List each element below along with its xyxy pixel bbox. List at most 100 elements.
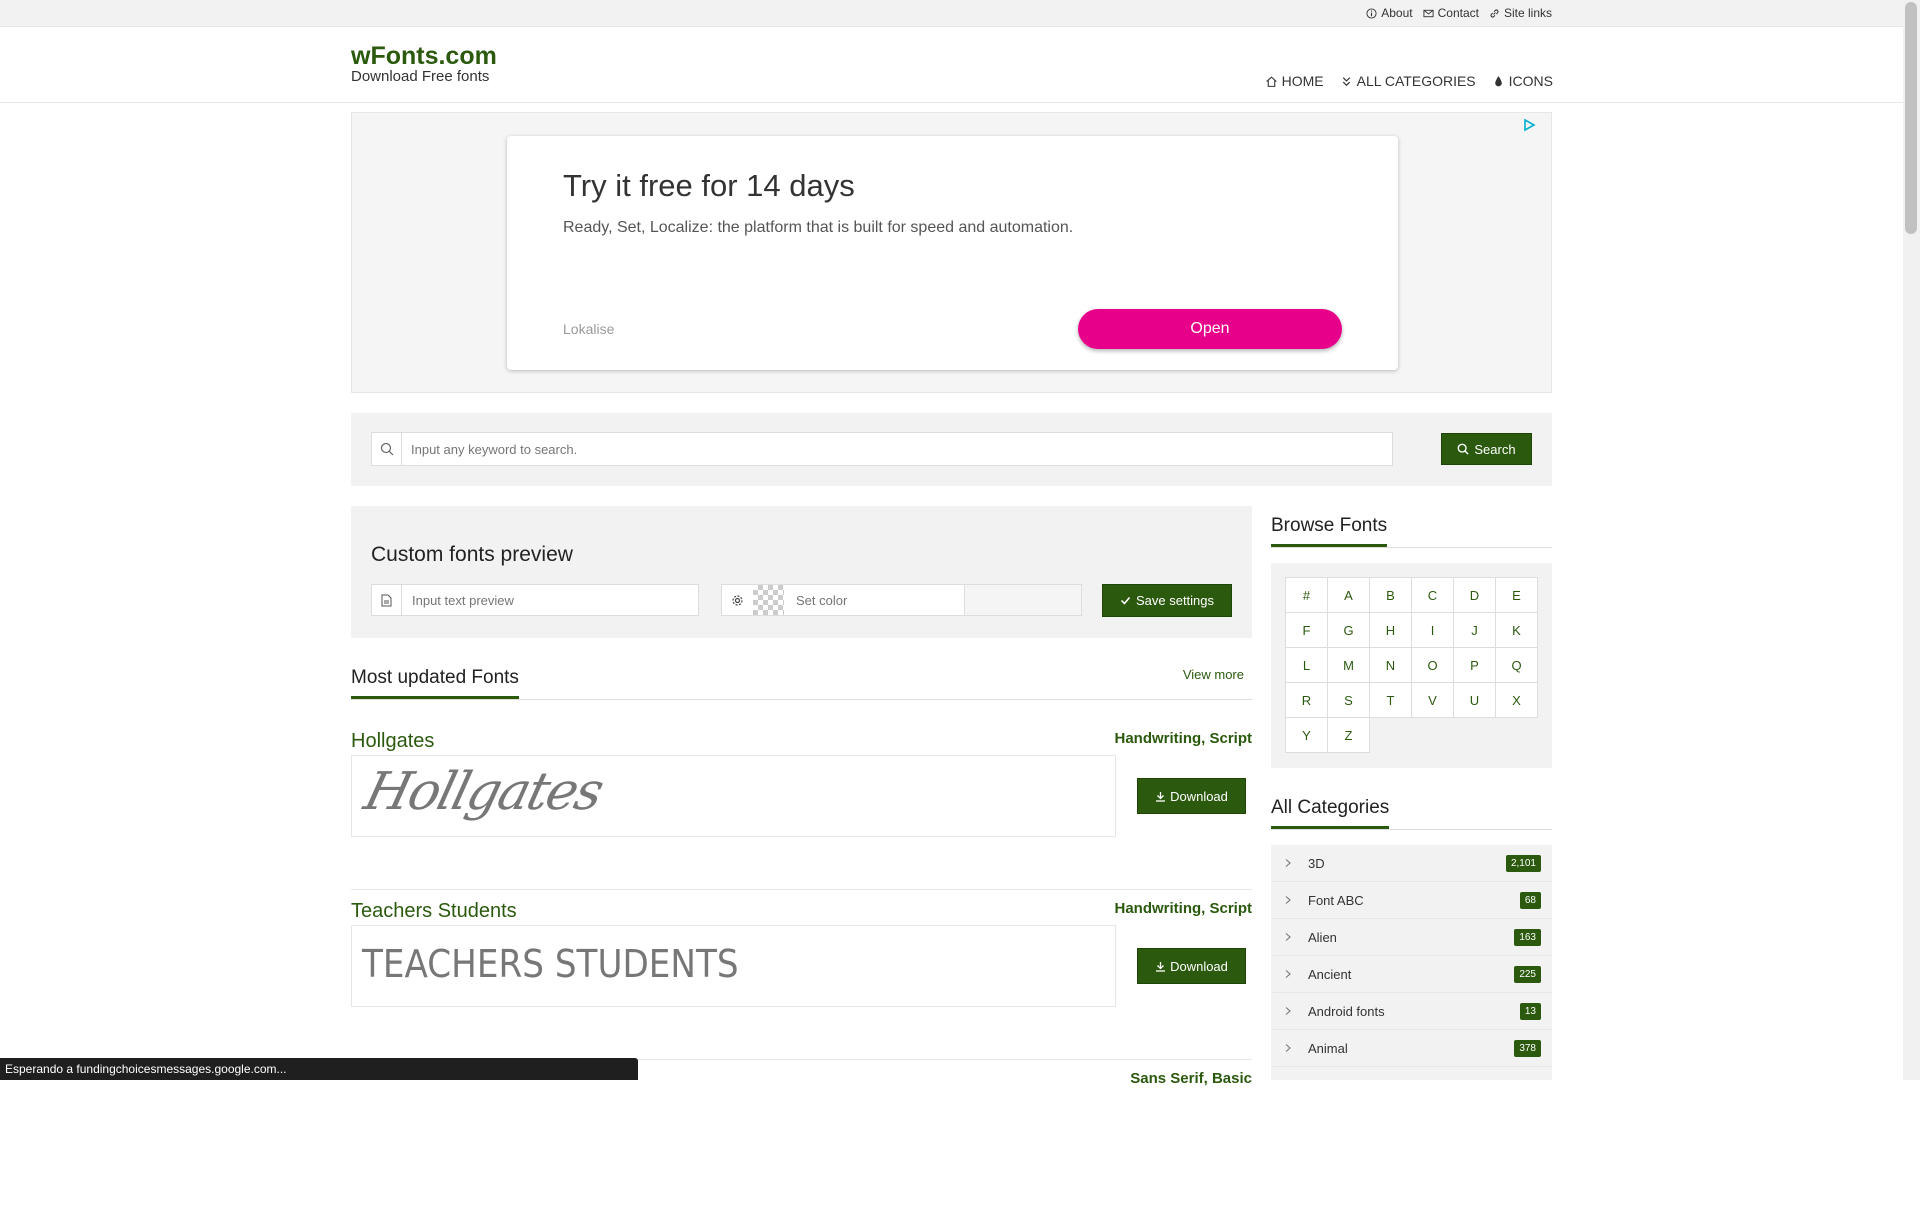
about-link[interactable]: About	[1366, 6, 1413, 20]
alphabet-letter[interactable]: U	[1453, 682, 1496, 718]
contact-link[interactable]: Contact	[1423, 6, 1479, 20]
alphabet-letter[interactable]: N	[1369, 647, 1412, 683]
advertisement: Try it free for 14 days Ready, Set, Loca…	[351, 112, 1552, 393]
page-scrollbar[interactable]	[1903, 0, 1920, 1080]
ad-title: Try it free for 14 days	[563, 168, 855, 203]
alphabet-letter[interactable]: H	[1369, 612, 1412, 648]
font-preview-image[interactable]: TEACHERS STUDENTS	[351, 925, 1116, 1007]
document-icon	[372, 585, 402, 615]
most-updated-title: Most updated Fonts	[351, 667, 519, 699]
download-button[interactable]: Download	[1137, 778, 1246, 814]
search-button[interactable]: Search	[1441, 433, 1532, 465]
nav-home-label: HOME	[1281, 73, 1324, 89]
ad-open-button[interactable]: Open	[1078, 309, 1342, 349]
site-links-link[interactable]: Site links	[1489, 6, 1552, 20]
download-label: Download	[1170, 788, 1228, 804]
logo-title[interactable]: wFonts.com	[351, 42, 497, 71]
preview-text-input[interactable]	[403, 585, 693, 615]
gear-icon	[722, 585, 752, 615]
category-count-badge: 163	[1514, 929, 1541, 946]
search-field	[371, 432, 1393, 466]
ad-brand: Lokalise	[563, 321, 615, 337]
browse-fonts-header: Browse Fonts	[1271, 510, 1552, 548]
color-field-end	[964, 585, 1081, 615]
logo-subtitle: Download Free fonts	[351, 68, 490, 85]
alphabet-letter[interactable]: T	[1369, 682, 1412, 718]
alphabet-letter[interactable]: I	[1411, 612, 1454, 648]
alphabet-letter[interactable]: G	[1327, 612, 1370, 648]
font-item: Hollgates Handwriting, Script Hollgates …	[351, 730, 1252, 890]
alphabet-letter[interactable]: V	[1411, 682, 1454, 718]
alphabet-letter[interactable]: Y	[1285, 717, 1328, 753]
view-more-link[interactable]: View more	[1183, 667, 1244, 682]
info-icon	[1366, 7, 1377, 19]
nav-icons[interactable]: ICONS	[1492, 73, 1553, 89]
alphabet-letter[interactable]: D	[1453, 577, 1496, 613]
category-item[interactable]: Alien 163	[1273, 919, 1552, 956]
ad-choices-icon[interactable]	[1521, 117, 1537, 133]
alphabet-letter[interactable]: #	[1285, 577, 1328, 613]
alphabet-letter[interactable]: P	[1453, 647, 1496, 683]
site-header: wFonts.com Download Free fonts HOME ALL …	[0, 27, 1903, 103]
category-count-badge: 2,101	[1505, 855, 1541, 872]
font-categories[interactable]: Handwriting, Script	[1114, 730, 1252, 747]
download-button[interactable]: Download	[1137, 948, 1246, 984]
chevron-right-icon	[1285, 1007, 1291, 1015]
alphabet-letter[interactable]: R	[1285, 682, 1328, 718]
download-label: Download	[1170, 958, 1228, 974]
check-icon	[1120, 596, 1131, 605]
font-categories[interactable]: Handwriting, Script	[1114, 900, 1252, 917]
alphabet-letter[interactable]: X	[1495, 682, 1538, 718]
category-name: 3D	[1308, 856, 1325, 871]
scrollbar-thumb[interactable]	[1905, 2, 1917, 234]
ad-card[interactable]: Try it free for 14 days Ready, Set, Loca…	[507, 136, 1398, 370]
alphabet-letter[interactable]: B	[1369, 577, 1412, 613]
top-links: About Contact Site links	[1366, 6, 1552, 20]
save-settings-button[interactable]: Save settings	[1102, 584, 1232, 617]
category-item[interactable]: Font ABC 68	[1273, 882, 1552, 919]
category-item[interactable]: Animal 378	[1273, 1030, 1552, 1067]
category-count-badge: 225	[1514, 966, 1541, 983]
nav-all-categories[interactable]: ALL CATEGORIES	[1340, 73, 1476, 89]
font-preview-text: Hollgates	[358, 762, 609, 822]
alphabet-letter[interactable]: Z	[1327, 717, 1370, 753]
font-name-link[interactable]: Hollgates	[351, 730, 434, 753]
nav-icons-label: ICONS	[1508, 73, 1553, 89]
alphabet-letter[interactable]: M	[1327, 647, 1370, 683]
site-links-label: Site links	[1503, 6, 1552, 20]
alphabet-letter[interactable]: L	[1285, 647, 1328, 683]
font-preview-image[interactable]: Hollgates	[351, 755, 1116, 837]
alphabet-letter[interactable]: C	[1411, 577, 1454, 613]
contact-label: Contact	[1437, 6, 1479, 20]
font-name-link[interactable]: Teachers Students	[351, 900, 517, 923]
category-item[interactable]: 3D 2,101	[1273, 845, 1552, 882]
search-input[interactable]	[403, 433, 1391, 465]
alphabet-letter[interactable]: J	[1453, 612, 1496, 648]
browse-fonts-title: Browse Fonts	[1271, 515, 1388, 547]
main-nav: HOME ALL CATEGORIES ICONS	[1265, 73, 1553, 89]
alphabet-grid: # A B C D E F G H I J K L M N O P Q R S T V U X Y Z	[1285, 577, 1538, 753]
link-icon	[1490, 9, 1499, 17]
color-input[interactable]	[784, 585, 964, 615]
color-swatch[interactable]	[753, 585, 784, 615]
category-item[interactable]: Android fonts 13	[1273, 993, 1552, 1030]
alphabet-letter[interactable]: O	[1411, 647, 1454, 683]
custom-preview-panel: Custom fonts preview Save settings	[351, 506, 1252, 638]
mail-icon	[1423, 9, 1434, 17]
font-categories[interactable]: Sans Serif, Basic	[1130, 1070, 1252, 1087]
category-name: Font ABC	[1308, 893, 1364, 908]
alphabet-letter[interactable]: E	[1495, 577, 1538, 613]
alphabet-letter[interactable]: K	[1495, 612, 1538, 648]
alphabet-letter[interactable]: A	[1327, 577, 1370, 613]
alphabet-letter[interactable]: S	[1327, 682, 1370, 718]
alphabet-letter[interactable]: F	[1285, 612, 1328, 648]
category-item[interactable]: Ancient 225	[1273, 956, 1552, 993]
category-count-badge: 13	[1519, 1003, 1541, 1020]
drop-icon	[1494, 75, 1502, 86]
chevron-right-icon	[1285, 970, 1291, 978]
preview-text-field	[371, 584, 699, 616]
download-icon	[1156, 791, 1166, 802]
top-bar: About Contact Site links	[0, 0, 1903, 27]
nav-home[interactable]: HOME	[1265, 73, 1324, 89]
alphabet-letter[interactable]: Q	[1495, 647, 1538, 683]
